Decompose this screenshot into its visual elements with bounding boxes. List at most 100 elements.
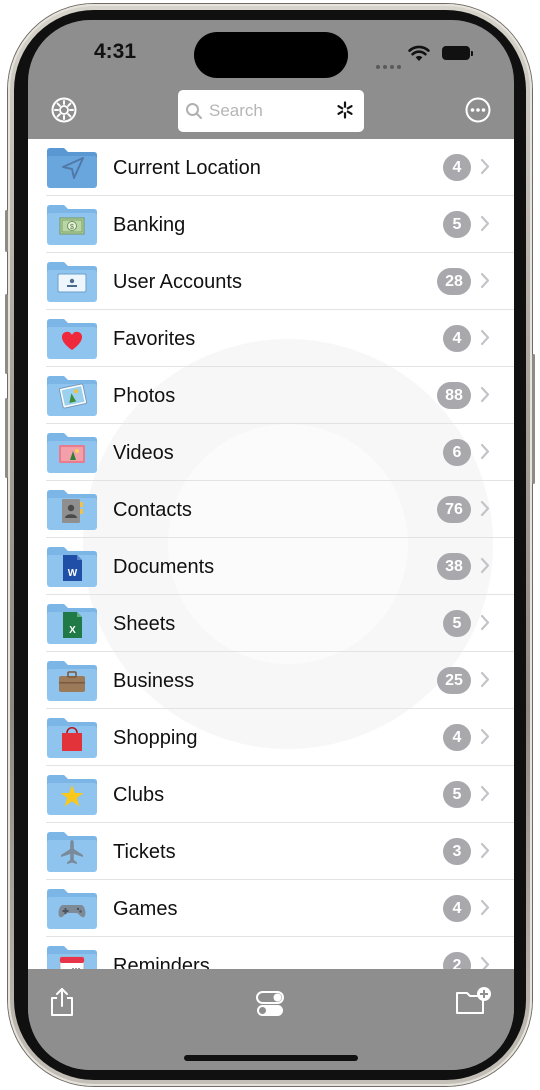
chevron-right-icon <box>480 272 490 289</box>
item-count-badge: 6 <box>443 439 471 466</box>
folder-label: Sheets <box>113 613 176 635</box>
chevron-right-icon <box>480 728 490 745</box>
search-placeholder: Search <box>209 101 263 120</box>
folder-label: Documents <box>113 556 215 578</box>
folder-row[interactable]: Games 4 <box>28 880 514 937</box>
chevron-right-icon <box>480 557 490 574</box>
volume-up-button <box>5 294 8 374</box>
navigation-bar: Search <box>28 90 514 139</box>
chevron-right-icon <box>480 671 490 688</box>
folder-row[interactable]: Current Location 4 <box>28 139 514 196</box>
chevron-right-icon <box>480 899 490 916</box>
heart-icon <box>46 318 98 360</box>
more-ellipsis-icon[interactable] <box>464 96 492 124</box>
toggles-icon[interactable] <box>256 991 284 1017</box>
airplane-icon <box>46 831 98 873</box>
folder-row[interactable]: $ Banking 5 <box>28 196 514 253</box>
chevron-right-icon <box>480 215 490 232</box>
calendar-icon: 12 <box>46 945 98 969</box>
folder-row[interactable]: 12 Reminders 2 <box>28 937 514 969</box>
folder-label: Clubs <box>113 784 165 806</box>
folder-label: Favorites <box>113 328 196 350</box>
video-icon <box>46 432 98 474</box>
chevron-right-icon <box>480 500 490 517</box>
banknote-icon: $ <box>46 204 98 246</box>
item-count-badge: 5 <box>443 610 471 637</box>
contact-book-icon <box>46 489 98 531</box>
battery-icon <box>442 46 473 60</box>
dynamic-island <box>194 32 348 78</box>
item-count-badge: 25 <box>437 667 471 694</box>
folder-label: User Accounts <box>113 271 242 293</box>
item-count-badge: 4 <box>443 724 471 751</box>
svg-text:W: W <box>68 568 78 579</box>
folder-row[interactable]: Favorites 4 <box>28 310 514 367</box>
item-count-badge: 38 <box>437 553 471 580</box>
gamepad-icon <box>46 888 98 930</box>
chevron-right-icon <box>480 614 490 631</box>
settings-gear-icon[interactable] <box>50 96 78 124</box>
item-count-badge: 5 <box>443 781 471 808</box>
item-count-badge: 5 <box>443 211 471 238</box>
item-count-badge: 4 <box>443 325 471 352</box>
folder-list[interactable]: Current Location 4 $ Banking 5 User Accounts 2… <box>28 139 514 969</box>
cellular-signal-icon <box>376 56 404 69</box>
chevron-right-icon <box>480 329 490 346</box>
chevron-right-icon <box>480 785 490 802</box>
folder-label: Photos <box>113 385 176 407</box>
folder-row[interactable]: Tickets 3 <box>28 823 514 880</box>
folder-row[interactable]: Clubs 5 <box>28 766 514 823</box>
volume-down-button <box>5 398 8 478</box>
folder-label: Reminders <box>113 955 210 969</box>
star-icon <box>46 774 98 816</box>
item-count-badge: 3 <box>443 838 471 865</box>
item-count-badge: 76 <box>437 496 471 523</box>
svg-text:$: $ <box>70 224 74 231</box>
folder-row[interactable]: W Documents 38 <box>28 538 514 595</box>
folder-label: Shopping <box>113 727 198 749</box>
item-count-badge: 28 <box>437 268 471 295</box>
item-count-badge: 88 <box>437 382 471 409</box>
screen: 4:31 Search Current Location 4 $ Banking… <box>28 20 514 1070</box>
folder-label: Tickets <box>113 841 176 863</box>
item-count-badge: 4 <box>443 895 471 922</box>
chevron-right-icon <box>480 386 490 403</box>
folder-label: Contacts <box>113 499 192 521</box>
new-folder-icon[interactable] <box>456 987 492 1015</box>
search-icon <box>186 103 202 119</box>
briefcase-icon <box>46 660 98 702</box>
folder-label: Games <box>113 898 178 920</box>
folder-label: Videos <box>113 442 174 464</box>
chevron-right-icon <box>480 842 490 859</box>
shopping-bag-icon <box>46 717 98 759</box>
chevron-right-icon <box>480 158 490 175</box>
word-document-icon: W <box>46 546 98 588</box>
item-count-badge: 4 <box>443 154 471 181</box>
folder-row[interactable]: Business 25 <box>28 652 514 709</box>
status-bar: 4:31 <box>28 20 514 90</box>
folder-row[interactable]: X Sheets 5 <box>28 595 514 652</box>
folder-row[interactable]: User Accounts 28 <box>28 253 514 310</box>
folder-label: Current Location <box>113 157 261 179</box>
chevron-right-icon <box>480 443 490 460</box>
bottom-toolbar <box>28 969 514 1070</box>
asterisk-icon[interactable] <box>336 101 354 119</box>
home-indicator <box>184 1055 358 1061</box>
wifi-icon <box>408 45 430 61</box>
folder-label: Banking <box>113 214 186 236</box>
photo-icon <box>46 375 98 417</box>
action-button <box>5 210 8 252</box>
share-icon[interactable] <box>49 987 75 1017</box>
chevron-right-icon <box>480 956 490 969</box>
search-field[interactable]: Search <box>178 90 364 132</box>
folder-row[interactable]: Photos 88 <box>28 367 514 424</box>
svg-text:X: X <box>69 625 76 636</box>
id-card-icon <box>46 261 98 303</box>
folder-row[interactable]: Shopping 4 <box>28 709 514 766</box>
item-count-badge: 2 <box>443 952 471 969</box>
excel-sheet-icon: X <box>46 603 98 645</box>
status-time: 4:31 <box>94 40 137 63</box>
folder-row[interactable]: Contacts 76 <box>28 481 514 538</box>
folder-label: Business <box>113 670 195 692</box>
folder-row[interactable]: Videos 6 <box>28 424 514 481</box>
